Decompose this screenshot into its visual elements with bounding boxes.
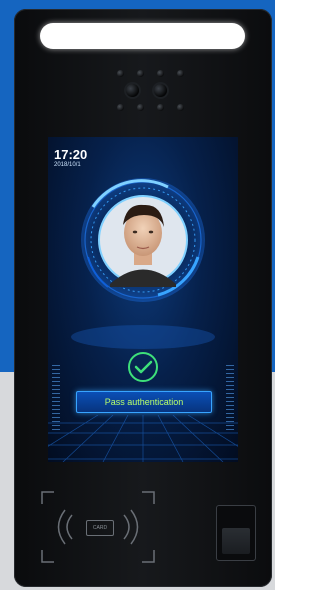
camera-lens-icon [126, 84, 139, 97]
authentication-status-banner: Pass authentication [76, 391, 212, 413]
ir-sensor-dot [157, 104, 164, 111]
fingerprint-pad [222, 528, 250, 554]
check-circle-icon [128, 352, 158, 382]
ir-sensor-dot [117, 104, 124, 111]
fingerprint-sensor-icon[interactable] [216, 505, 256, 561]
face-scan-graphic [71, 178, 215, 349]
ir-sensor-dot [177, 104, 184, 111]
ir-sensor-dot [137, 104, 144, 111]
ir-sensor-dot [117, 70, 124, 77]
ir-sensor-dot [177, 70, 184, 77]
face-recognition-screen: 17:20 2018/10/1 Pass authentication [48, 137, 238, 462]
camera-lens-icon [154, 84, 167, 97]
ir-sensor-dot [137, 70, 144, 77]
led-light-bar [40, 23, 245, 49]
access-control-terminal: 17:20 2018/10/1 Pass authentication CARD [14, 9, 272, 587]
card-label: CARD [86, 520, 114, 536]
ir-sensor-dot [157, 70, 164, 77]
grid-floor-decoration [48, 415, 238, 462]
